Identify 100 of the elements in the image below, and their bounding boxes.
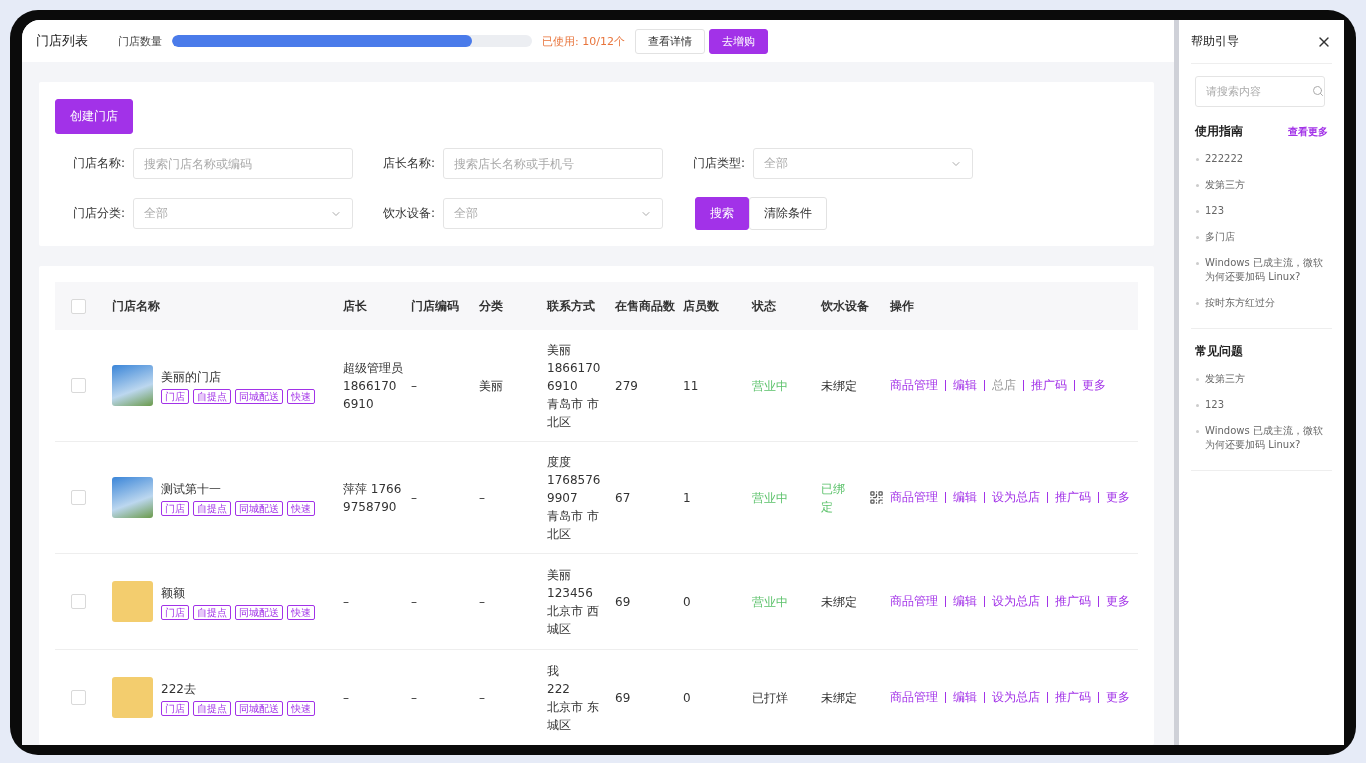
device-status: 已绑定	[821, 480, 846, 516]
details-button[interactable]: 查看详情	[634, 28, 705, 54]
search-button[interactable]: 搜索	[695, 197, 749, 230]
table-cell-text: 1	[683, 489, 692, 507]
tag: 门店	[161, 388, 189, 404]
action-link[interactable]: 推广码	[1055, 689, 1091, 706]
table-cell-text: 0	[683, 689, 692, 707]
table-cell-text: –	[479, 593, 486, 611]
table-cell-text: –	[343, 593, 350, 611]
help-link[interactable]: 多门店	[1195, 230, 1328, 244]
table-cell-text: 萍萍 17669758790	[343, 480, 403, 516]
action-link[interactable]: 设为总店	[992, 689, 1040, 706]
quota-label: 门店数量	[118, 33, 162, 49]
action-link[interactable]: 编辑	[953, 377, 977, 394]
action-link[interactable]: 更多	[1082, 377, 1106, 394]
photo-placeholder	[112, 477, 153, 518]
help-link[interactable]: 发第三方	[1195, 178, 1328, 192]
help-link[interactable]: Windows 已成主流，微软为何还要加码 Linux?	[1195, 256, 1328, 284]
purchase-button[interactable]: 去增购	[708, 28, 768, 54]
column-header: 分类	[479, 297, 504, 315]
field-label: 饮水设备:	[381, 205, 435, 222]
help-link[interactable]: 123	[1195, 398, 1328, 412]
help-link[interactable]: Windows 已成主流，微软为何还要加码 Linux?	[1195, 424, 1328, 452]
help-title: 帮助引导	[1191, 33, 1239, 50]
table-cell-text: 美丽 123456 北京市 西城区	[547, 566, 600, 638]
action-link[interactable]: 商品管理	[890, 593, 938, 610]
action-link[interactable]: 更多	[1106, 489, 1130, 506]
input-field[interactable]: 搜索店长名称或手机号	[443, 148, 663, 179]
help-link[interactable]: 按时东方红过分	[1195, 296, 1328, 310]
section-title: 常见问题	[1195, 343, 1243, 360]
more-link[interactable]: 查看更多	[1288, 124, 1328, 139]
column-header: 操作	[890, 297, 915, 315]
column-header: 在售商品数	[615, 297, 676, 315]
action-link[interactable]: 商品管理	[890, 489, 938, 506]
action-link[interactable]: 更多	[1106, 593, 1130, 610]
tag: 快速	[287, 700, 315, 716]
checkbox[interactable]	[71, 594, 86, 609]
table-cell-text: –	[343, 689, 350, 707]
create-store-button[interactable]: 创建门店	[55, 99, 133, 134]
table-cell-text: 美丽 18661706910 青岛市 市北区	[547, 341, 602, 431]
checkbox[interactable]	[71, 490, 86, 505]
qr-code-icon[interactable]	[869, 490, 884, 505]
clear-button[interactable]: 清除条件	[749, 197, 827, 230]
store-name: 美丽的门店	[161, 368, 222, 386]
action-link[interactable]: 编辑	[953, 489, 977, 506]
section-title: 使用指南	[1195, 123, 1243, 140]
table-cell-text: 69	[615, 689, 632, 707]
status-text: 营业中	[752, 377, 789, 395]
tag: 门店	[161, 604, 189, 620]
tag: 自提点	[193, 700, 231, 716]
input-field[interactable]: 搜索门店名称或编码	[133, 148, 353, 179]
table-cell-text: 69	[615, 593, 632, 611]
tag: 快速	[287, 388, 315, 404]
action-link[interactable]: 编辑	[953, 593, 977, 610]
table-cell-text: 度度 17685769907 青岛市 市北区	[547, 453, 602, 543]
photo-placeholder	[112, 365, 153, 406]
column-header: 门店名称	[112, 297, 161, 315]
action-link[interactable]: 设为总店	[992, 593, 1040, 610]
tag: 门店	[161, 500, 189, 516]
tag: 快速	[287, 500, 315, 516]
search-field[interactable]: 请搜索内容	[1195, 76, 1325, 107]
table-cell-text: 67	[615, 489, 632, 507]
search-icon	[1312, 85, 1324, 97]
tag: 快速	[287, 604, 315, 620]
store-name: 测试第十一	[161, 480, 222, 498]
action-link[interactable]: 推广码	[1031, 377, 1067, 394]
action-link[interactable]: 商品管理	[890, 377, 938, 394]
device-status: 未绑定	[821, 689, 858, 707]
table-cell-text: 超级管理员 18661706910	[343, 359, 404, 413]
field-label: 店长名称:	[381, 155, 435, 172]
table-cell-text: 0	[683, 593, 692, 611]
status-text: 已打烊	[752, 689, 789, 707]
action-link[interactable]: 更多	[1106, 689, 1130, 706]
help-link[interactable]: 123	[1195, 204, 1328, 218]
help-link[interactable]: 发第三方	[1195, 372, 1328, 386]
action-link[interactable]: 商品管理	[890, 689, 938, 706]
checkbox[interactable]	[71, 298, 86, 314]
table-cell-text: –	[411, 689, 418, 707]
action-link[interactable]: 推广码	[1055, 593, 1091, 610]
tag: 同城配送	[235, 500, 283, 516]
table-cell-text: 279	[615, 377, 639, 395]
store-name: 222去	[161, 680, 197, 698]
action-link[interactable]: 推广码	[1055, 489, 1091, 506]
page-title: 门店列表	[36, 32, 88, 50]
column-header: 饮水设备	[821, 297, 870, 315]
checkbox[interactable]	[71, 378, 86, 393]
field-label: 门店类型:	[691, 155, 745, 172]
help-link[interactable]: 222222	[1195, 152, 1328, 166]
column-header: 店长	[343, 297, 368, 315]
table-cell-text: –	[411, 377, 418, 395]
action-link[interactable]: 设为总店	[992, 489, 1040, 506]
column-header: 状态	[752, 297, 777, 315]
action-link[interactable]: 编辑	[953, 689, 977, 706]
image-placeholder	[112, 581, 153, 622]
store-name: 额额	[161, 584, 186, 602]
tag: 自提点	[193, 604, 231, 620]
table-cell-text: 11	[683, 377, 700, 395]
field-label: 门店分类:	[71, 205, 125, 222]
tag: 自提点	[193, 500, 231, 516]
checkbox[interactable]	[71, 690, 86, 705]
